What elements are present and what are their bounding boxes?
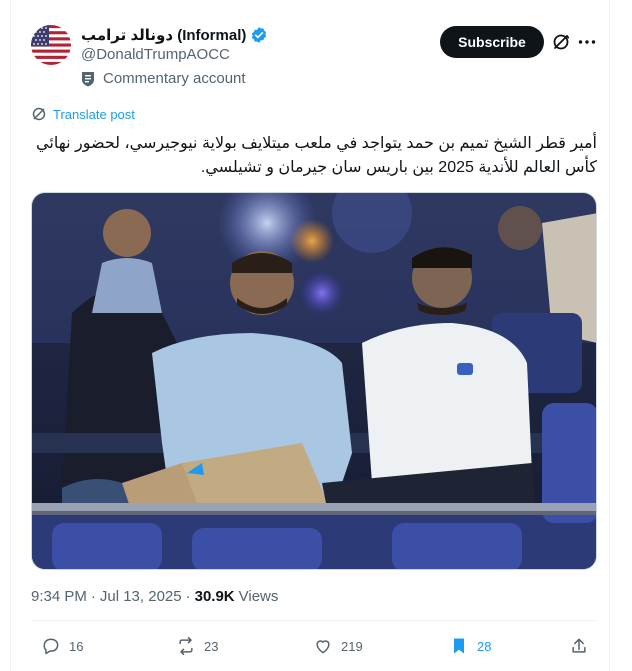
share-icon: [572, 638, 586, 653]
repost-count: 23: [204, 638, 219, 654]
like-button[interactable]: 219: [313, 636, 363, 656]
post-meta: 9:34 PM · Jul 13, 2025 · 30.9K Views: [31, 588, 278, 605]
post-photo[interactable]: [31, 192, 597, 570]
avatar[interactable]: [31, 25, 71, 65]
translate-post-link[interactable]: Translate post: [31, 106, 135, 122]
verified-badge-icon: [252, 27, 267, 43]
meta-separator: ·: [90, 588, 96, 605]
author-display-name[interactable]: دونالد ترامب (Informal): [81, 26, 246, 44]
author-name-row[interactable]: دونالد ترامب (Informal): [81, 26, 268, 44]
us-flag-avatar-icon: [31, 25, 71, 65]
subscribe-button[interactable]: Subscribe: [440, 26, 544, 58]
meta-separator: ·: [185, 588, 191, 605]
stadium-photo-image: [32, 193, 596, 569]
divider: [31, 620, 597, 621]
views-label: Views: [238, 588, 279, 605]
commentary-account-icon: [82, 71, 94, 86]
reply-count: 16: [69, 638, 84, 654]
action-bar: 16 23 219 28: [31, 636, 597, 660]
repost-button[interactable]: 23: [176, 636, 218, 656]
post-date[interactable]: Jul 13, 2025: [100, 588, 182, 605]
heart-icon: [316, 640, 330, 654]
author-handle[interactable]: @DonaldTrumpAOCC: [81, 46, 230, 63]
translate-icon: [32, 107, 46, 121]
translate-post-label[interactable]: Translate post: [53, 107, 135, 122]
post-time[interactable]: 9:34 PM: [31, 588, 87, 605]
views-count: 30.9K: [194, 588, 235, 605]
account-label-text: Commentary account: [103, 70, 246, 87]
account-label: Commentary account: [81, 70, 246, 87]
post-card: دونالد ترامب (Informal) @DonaldTrumpAOCC…: [10, 0, 610, 671]
post-text: أمير قطر الشيخ تميم بن حمد يتواجد في ملع…: [36, 135, 597, 176]
bookmark-button[interactable]: 28: [449, 636, 491, 656]
share-button[interactable]: [569, 636, 589, 656]
repost-icon: [179, 636, 193, 656]
grok-icon[interactable]: [551, 32, 571, 52]
reply-button[interactable]: 16: [41, 636, 83, 656]
reply-icon: [43, 638, 59, 655]
like-count: 219: [341, 638, 363, 654]
more-options-icon[interactable]: [577, 32, 597, 52]
bookmark-count: 28: [477, 638, 492, 654]
bookmark-icon: [454, 638, 464, 654]
